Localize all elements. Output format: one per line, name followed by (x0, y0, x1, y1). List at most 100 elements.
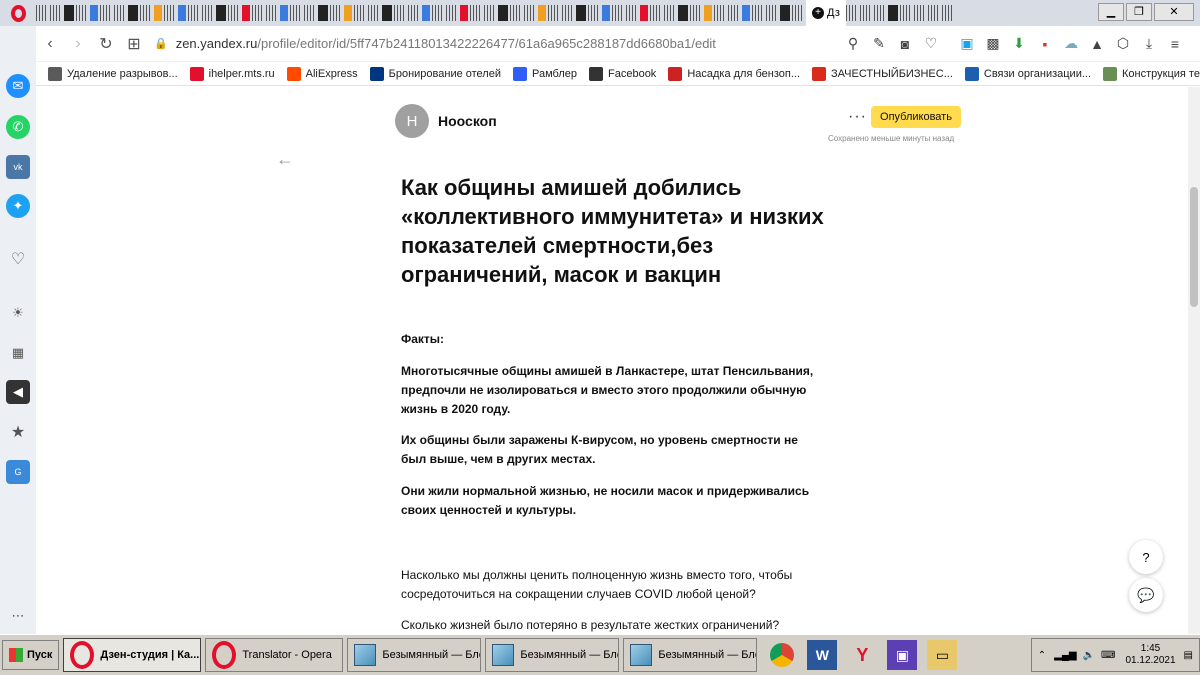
bookmark-heart-icon[interactable]: ♡ (918, 31, 944, 57)
bookmark-item[interactable]: AliExpress (286, 66, 358, 81)
tab[interactable] (304, 5, 316, 21)
clock[interactable]: 1:45 01.12.2021 (1125, 643, 1175, 667)
network-icon[interactable]: ▂▄▆ (1054, 650, 1076, 661)
tab[interactable] (76, 5, 88, 21)
vk-icon[interactable]: vk (6, 155, 30, 179)
tab[interactable] (252, 5, 264, 21)
tab[interactable] (318, 5, 328, 21)
tab[interactable] (498, 5, 508, 21)
extension-icon[interactable]: ▲ (1084, 31, 1110, 57)
minimize-button[interactable]: ▁ (1098, 3, 1124, 21)
tab[interactable] (446, 5, 458, 21)
opera-menu-button[interactable] (0, 0, 36, 26)
tab[interactable] (422, 5, 430, 21)
page-scrollbar[interactable] (1188, 87, 1200, 634)
sidebar-more-icon[interactable]: ⋯ (6, 604, 30, 628)
tab[interactable] (899, 5, 912, 21)
tab[interactable] (640, 5, 648, 21)
bookmark-item[interactable]: Связи организации... (964, 66, 1091, 81)
extension-icon[interactable]: ▩ (980, 31, 1006, 57)
whatsapp-icon[interactable]: ✆ (6, 115, 30, 139)
chat-support-button[interactable]: 💬 (1129, 578, 1163, 612)
tab[interactable] (202, 5, 214, 21)
tab[interactable] (562, 5, 574, 21)
tab[interactable] (859, 5, 872, 21)
article-title[interactable]: Как общины амишей добились «коллективног… (401, 173, 841, 289)
lightbulb-icon[interactable]: ☀ (6, 301, 30, 325)
tab[interactable] (394, 5, 406, 21)
back-arrow-icon[interactable]: ← (276, 149, 294, 170)
tab[interactable] (887, 5, 898, 21)
body-paragraph[interactable]: Насколько мы должны ценить полноценную ж… (401, 566, 821, 604)
tab[interactable] (368, 5, 380, 21)
reload-button[interactable]: ↻ (92, 30, 120, 58)
fact-paragraph[interactable]: Многотысячные общины амишей в Ланкастере… (401, 362, 821, 419)
tab[interactable] (432, 5, 444, 21)
tray-arrow-icon[interactable]: ⌃ (1038, 650, 1046, 661)
tab[interactable] (704, 5, 712, 21)
taskbar-task-dzen[interactable]: Дзен-студия | Ка... (63, 638, 202, 672)
volume-icon[interactable]: 🔈 (1083, 650, 1095, 661)
tab[interactable] (266, 5, 278, 21)
tab[interactable] (664, 5, 676, 21)
extension-icon[interactable]: ▣ (954, 31, 980, 57)
tab[interactable] (588, 5, 600, 21)
grid-icon[interactable]: ▦ (6, 341, 30, 365)
fact-paragraph[interactable]: Их общины были заражены К-вирусом, но ур… (401, 431, 821, 469)
notifications-icon[interactable]: ▤ (1184, 650, 1193, 661)
tab[interactable] (290, 5, 302, 21)
close-button[interactable]: ✕ (1154, 3, 1194, 21)
start-button[interactable]: Пуск (2, 640, 60, 670)
lock-icon[interactable]: 🔒 (154, 37, 168, 50)
speed-dial-icon[interactable]: ⊞ (120, 30, 148, 58)
cube-icon[interactable]: ⬡ (1110, 31, 1136, 57)
menu-icon[interactable]: ≡ (1162, 31, 1188, 57)
taskbar-task-notepad[interactable]: Безымянный — Блок... (623, 638, 758, 672)
tab[interactable] (408, 5, 420, 21)
taskbar-task-notepad[interactable]: Безымянный — Блок... (347, 638, 482, 672)
tab[interactable] (612, 5, 624, 21)
tab[interactable] (728, 5, 740, 21)
tab[interactable] (548, 5, 560, 21)
word-icon[interactable]: W (807, 640, 838, 670)
bookmark-item[interactable]: ЗАЧЕСТНЫЙБИЗНЕС... (812, 66, 953, 81)
bookmark-item[interactable]: Удаление разрывов... (48, 66, 178, 81)
tab[interactable] (484, 5, 496, 21)
bookmark-item[interactable]: Насадка для бензоп... (668, 66, 800, 81)
tab[interactable] (626, 5, 638, 21)
bookmark-item[interactable]: Конструкция теплог... (1103, 66, 1200, 81)
bookmark-item[interactable]: Facebook (589, 66, 656, 81)
star-icon[interactable]: ★ (6, 420, 30, 444)
tab[interactable] (188, 5, 200, 21)
tab[interactable] (941, 5, 954, 21)
extension-icon[interactable]: ⬇ (1006, 31, 1032, 57)
search-icon[interactable]: ⚲ (840, 31, 866, 57)
tab[interactable] (178, 5, 186, 21)
taskbar-task-translator[interactable]: Translator - Opera (205, 638, 344, 672)
tab[interactable] (280, 5, 288, 21)
maximize-button[interactable]: ❐ (1126, 3, 1152, 21)
bookmark-item[interactable]: Рамблер (513, 66, 577, 81)
keyboard-icon[interactable]: ⌨ (1101, 650, 1115, 661)
taskbar-task-notepad[interactable]: Безымянный — Блок... (485, 638, 620, 672)
tab[interactable] (354, 5, 366, 21)
url-field[interactable]: zen.yandex.ru/profile/editor/id/5ff747b2… (176, 36, 840, 51)
avatar[interactable]: Н (395, 104, 429, 138)
heart-icon[interactable]: ♡ (6, 247, 30, 271)
tab[interactable] (678, 5, 688, 21)
tab[interactable] (524, 5, 536, 21)
tab[interactable] (154, 5, 162, 21)
tab[interactable] (690, 5, 702, 21)
tab[interactable] (510, 5, 522, 21)
save-floppy-icon[interactable]: ▣ (887, 640, 918, 670)
tab[interactable] (330, 5, 342, 21)
tab[interactable] (90, 5, 98, 21)
bookmark-item[interactable]: ihelper.mts.ru (189, 66, 275, 81)
messenger-icon[interactable]: ✉ (6, 74, 30, 98)
tab[interactable] (242, 5, 250, 21)
tab[interactable] (164, 5, 176, 21)
tab[interactable] (216, 5, 226, 21)
tab[interactable] (100, 5, 112, 21)
tab[interactable] (845, 5, 858, 21)
download-icon[interactable]: ⤓ (1136, 31, 1162, 57)
